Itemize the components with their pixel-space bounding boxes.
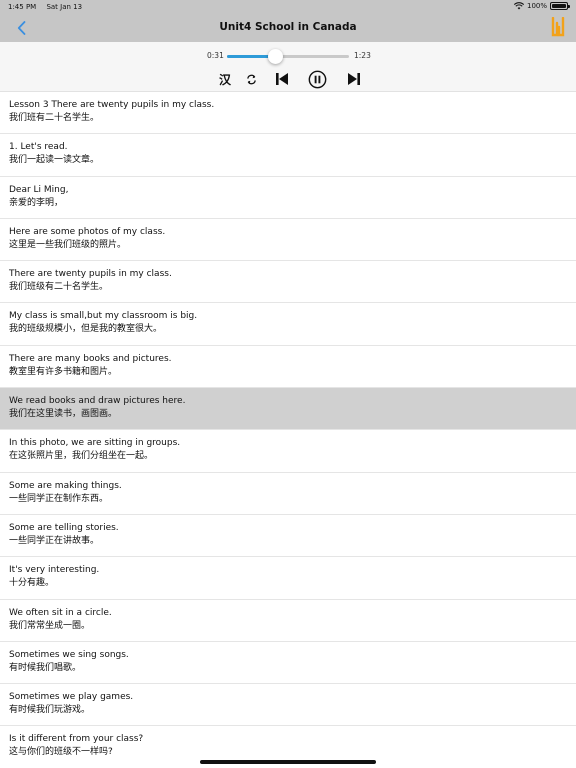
next-button[interactable] bbox=[345, 69, 363, 89]
english-line: There are twenty pupils in my class. bbox=[9, 269, 172, 280]
english-line: Dear Li Ming, bbox=[9, 184, 69, 195]
transcript-list: Lesson 3 There are twenty pupils in my c… bbox=[0, 92, 576, 768]
bookmark-button[interactable] bbox=[550, 16, 568, 37]
chinese-line: 在这张照片里，我们分组坐在一起。 bbox=[9, 451, 154, 462]
english-line: My class is small,but my classroom is bi… bbox=[9, 311, 198, 322]
transcript-row[interactable]: Some are telling stories. 一些同学正在讲故事。 bbox=[0, 515, 576, 558]
translation-toggle-button[interactable]: 汉 bbox=[216, 69, 234, 89]
english-line: It's very interesting. bbox=[9, 565, 100, 576]
chinese-line: 我们在这里读书，画图画。 bbox=[9, 409, 118, 420]
english-line: Here are some photos of my class. bbox=[9, 226, 166, 237]
bookmark-icon bbox=[551, 16, 565, 37]
transcript-row[interactable]: Lesson 3 There are twenty pupils in my c… bbox=[0, 92, 576, 135]
english-line: We often sit in a circle. bbox=[9, 607, 112, 618]
transcript-row[interactable]: Here are some photos of my class. 这里是一些我们… bbox=[0, 219, 576, 262]
transcript-row[interactable]: There are many books and pictures. 教室里有许多… bbox=[0, 346, 576, 389]
playback-controls: 汉 bbox=[0, 69, 576, 89]
status-time: 1:45 PM bbox=[8, 3, 37, 11]
skip-previous-icon bbox=[276, 73, 288, 85]
battery-percent: 100% bbox=[526, 2, 547, 10]
page-title: Unit4 School in Canada bbox=[219, 21, 357, 33]
chinese-line: 我的班级规模小，但是我的教室很大。 bbox=[9, 324, 163, 335]
repeat-button[interactable] bbox=[243, 69, 259, 89]
total-time: 1:23 bbox=[354, 51, 371, 60]
english-line: We read books and draw pictures here. bbox=[9, 396, 186, 407]
english-line: Some are telling stories. bbox=[9, 522, 119, 533]
chinese-line: 一些同学正在讲故事。 bbox=[9, 535, 100, 546]
english-line: Sometimes we sing songs. bbox=[9, 649, 129, 660]
chinese-line: 我们一起读一读文章。 bbox=[9, 155, 100, 166]
wifi-icon bbox=[513, 2, 524, 10]
english-line: Is it different from your class? bbox=[9, 734, 144, 745]
chinese-line: 教室里有许多书籍和图片。 bbox=[9, 366, 118, 377]
chinese-line: 有时候我们玩游戏。 bbox=[9, 705, 91, 716]
pause-button[interactable] bbox=[306, 69, 328, 89]
transcript-row[interactable]: My class is small,but my classroom is bi… bbox=[0, 303, 576, 346]
chinese-line: 我们班级有二十名学生。 bbox=[9, 282, 109, 293]
status-bar: 1:45 PM Sat Jan 13 100% bbox=[0, 0, 576, 14]
english-line: Lesson 3 There are twenty pupils in my c… bbox=[9, 100, 215, 110]
english-line: 1. Let's read. bbox=[9, 142, 68, 153]
chinese-line: 十分有趣。 bbox=[9, 578, 55, 589]
chinese-line: 亲爱的李明， bbox=[9, 197, 64, 208]
home-indicator[interactable] bbox=[200, 760, 376, 764]
english-line: There are many books and pictures. bbox=[9, 353, 172, 364]
transcript-row[interactable]: Some are making things. 一些同学正在制作东西。 bbox=[0, 473, 576, 515]
battery-icon bbox=[550, 2, 570, 10]
audio-player: 0:31 1:23 汉 bbox=[0, 42, 576, 92]
status-date: Sat Jan 13 bbox=[46, 3, 83, 11]
english-line: In this photo, we are sitting in groups. bbox=[9, 438, 181, 449]
transcript-row[interactable]: Dear Li Ming, 亲爱的李明， bbox=[0, 177, 576, 219]
chinese-line: 这与你们的班级不一样吗? bbox=[9, 747, 113, 758]
slider-thumb[interactable] bbox=[267, 49, 283, 64]
transcript-row[interactable]: There are twenty pupils in my class. 我们班级… bbox=[0, 261, 576, 304]
progress-slider[interactable] bbox=[227, 49, 349, 64]
current-time: 0:31 bbox=[207, 51, 224, 60]
chinese-line: 这里是一些我们班级的照片。 bbox=[9, 239, 127, 250]
chinese-line: 我们常常坐成一圈。 bbox=[9, 620, 91, 631]
transcript-row[interactable]: We read books and draw pictures here. 我们在… bbox=[0, 388, 576, 431]
english-line: Some are making things. bbox=[9, 480, 122, 491]
transcript-row[interactable]: We often sit in a circle. 我们常常坐成一圈。 bbox=[0, 600, 576, 642]
skip-next-icon bbox=[348, 73, 360, 85]
transcript-row[interactable]: Sometimes we sing songs. 有时候我们唱歌。 bbox=[0, 642, 576, 685]
transcript-row[interactable]: 1. Let's read. 我们一起读一读文章。 bbox=[0, 134, 576, 177]
top-bar: 1:45 PM Sat Jan 13 100% Unit4 School in … bbox=[0, 0, 576, 42]
chinese-line: 一些同学正在制作东西。 bbox=[9, 493, 109, 504]
english-line: Sometimes we play games. bbox=[9, 692, 134, 703]
repeat-icon bbox=[246, 74, 256, 84]
chinese-line: 我们班有二十名学生。 bbox=[9, 113, 100, 123]
previous-button[interactable] bbox=[273, 69, 291, 89]
pause-icon bbox=[308, 70, 326, 88]
transcript-row[interactable]: In this photo, we are sitting in groups.… bbox=[0, 430, 576, 473]
chinese-line: 有时候我们唱歌。 bbox=[9, 662, 82, 673]
transcript-row[interactable]: Sometimes we play games. 有时候我们玩游戏。 bbox=[0, 684, 576, 727]
transcript-row[interactable]: It's very interesting. 十分有趣。 bbox=[0, 557, 576, 600]
